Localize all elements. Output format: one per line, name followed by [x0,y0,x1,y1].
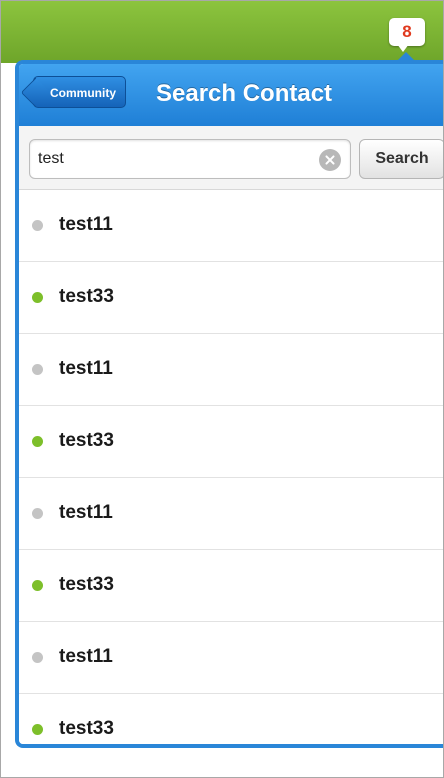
contact-name: test33 [59,718,114,739]
contact-list-item[interactable]: test33 [19,406,443,478]
contact-list-item[interactable]: test33 [19,694,443,744]
online-status-icon [32,292,43,303]
offline-status-icon [32,508,43,519]
search-input[interactable] [38,144,302,174]
contact-name: test11 [59,502,113,523]
search-contact-panel: Community Search Contact Search test11te… [15,60,443,748]
contact-list-item[interactable]: test11 [19,478,443,550]
contact-list-item[interactable]: test33 [19,550,443,622]
contact-name: test11 [59,214,113,235]
search-bar: Search [19,126,443,190]
notification-count: 8 [389,18,425,46]
notification-badge[interactable]: 8 [389,18,425,52]
contact-name: test33 [59,574,114,595]
online-status-icon [32,724,43,735]
search-field[interactable] [29,139,351,179]
contact-list-item[interactable]: test11 [19,334,443,406]
contact-name: test11 [59,646,113,667]
contact-list-item[interactable]: test11 [19,190,443,262]
back-button-label: Community [50,86,116,100]
contact-name: test33 [59,286,114,307]
panel-header: Community Search Contact [19,64,443,126]
contact-name: test11 [59,358,113,379]
offline-status-icon [32,220,43,231]
top-bar: 8 [1,1,443,63]
app-window: 8 Community Search Contact Search test11… [0,0,444,778]
offline-status-icon [32,364,43,375]
page-title: Search Contact [156,80,333,107]
offline-status-icon [32,652,43,663]
online-status-icon [32,436,43,447]
contact-list-item[interactable]: test33 [19,262,443,334]
clear-icon[interactable] [319,149,341,171]
badge-pointer [397,44,409,52]
search-button[interactable]: Search [359,139,443,179]
contact-list-item[interactable]: test11 [19,622,443,694]
contact-name: test33 [59,430,114,451]
contact-list: test11 test33 test11 test33 test11 test33 test… [19,190,443,744]
back-button[interactable]: Community [33,76,126,108]
online-status-icon [32,580,43,591]
